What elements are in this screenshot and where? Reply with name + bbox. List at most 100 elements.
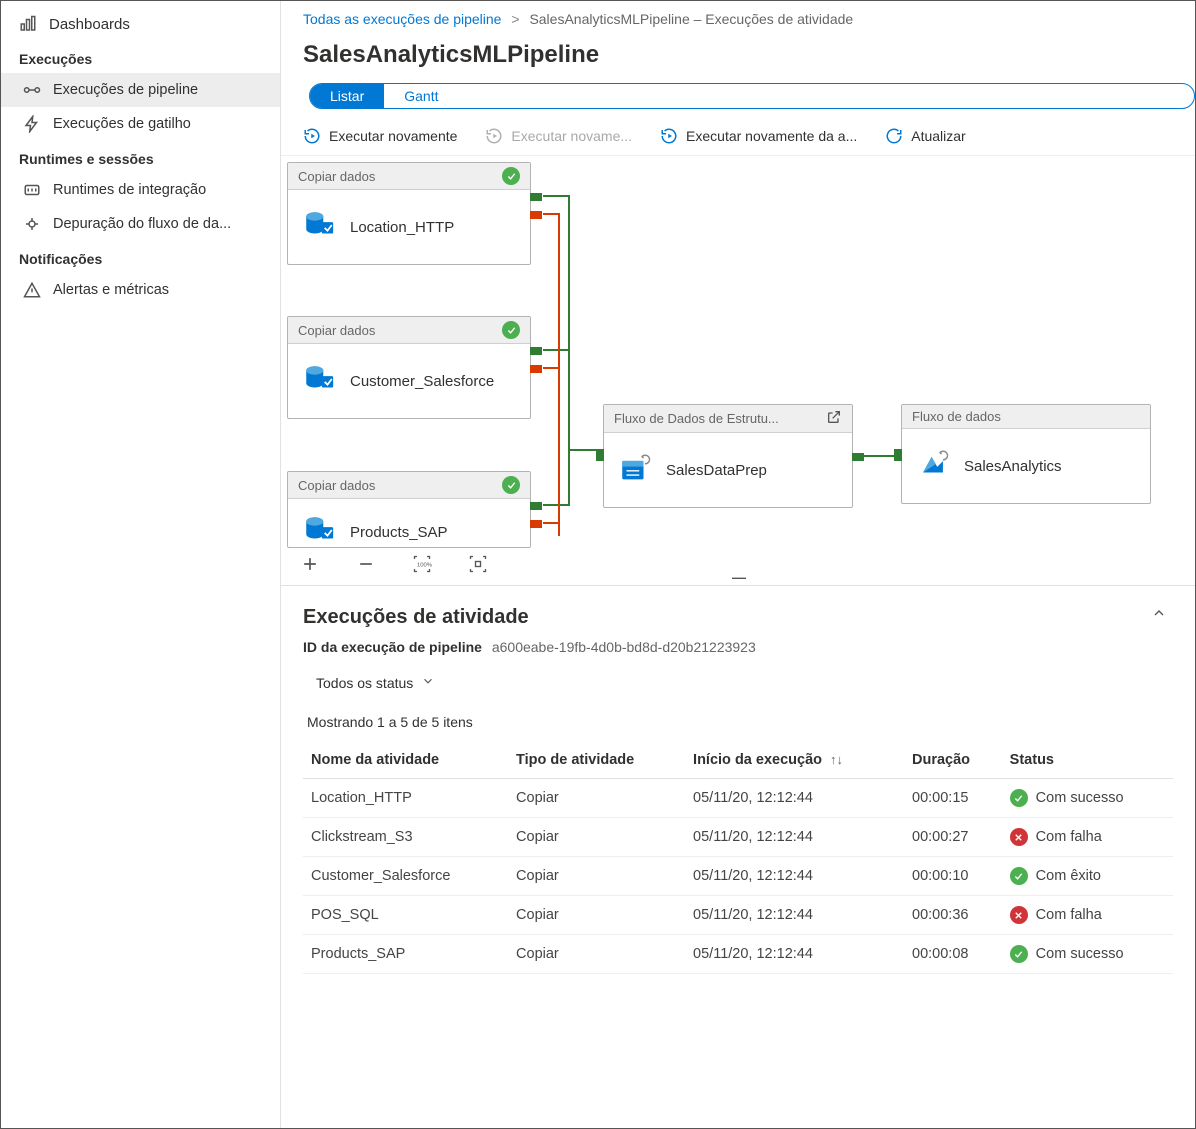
cell-activity-type: Copiar	[508, 857, 685, 896]
input-port[interactable]	[894, 449, 902, 461]
sidebar-item-dashboards[interactable]: Dashboards	[1, 7, 280, 41]
output-port-failure[interactable]	[530, 520, 542, 528]
pipeline-run-id: ID da execução de pipeline a600eabe-19fb…	[303, 639, 1173, 655]
status-success-icon	[502, 476, 520, 494]
cell-duration: 00:00:10	[904, 857, 1002, 896]
sidebar-item-label: Execuções de gatilho	[53, 116, 191, 132]
database-icon	[302, 362, 336, 400]
cell-status: Com falha	[1002, 818, 1173, 857]
node-name: Customer_Salesforce	[350, 373, 494, 390]
cell-duration: 00:00:27	[904, 818, 1002, 857]
sidebar-section-executions: Execuções	[1, 41, 280, 73]
node-name: Products_SAP	[350, 524, 448, 541]
table-row[interactable]: Products_SAPCopiar05/11/20, 12:12:4400:0…	[303, 935, 1173, 974]
graph-node-loc[interactable]: Copiar dadosLocation_HTTP	[287, 162, 531, 265]
cell-activity-name: POS_SQL	[303, 896, 508, 935]
breadcrumb-root-link[interactable]: Todas as execuções de pipeline	[303, 11, 501, 27]
zoom-fit-button[interactable]	[465, 551, 491, 577]
cell-run-start: 05/11/20, 12:12:44	[685, 896, 904, 935]
sidebar: Dashboards Execuções Execuções de pipeli…	[1, 1, 281, 1128]
graph-node-cust[interactable]: Copiar dadosCustomer_Salesforce	[287, 316, 531, 419]
sidebar-item-integration-runtimes[interactable]: Runtimes de integração	[1, 173, 280, 207]
activity-runs-title: Execuções de atividade	[303, 606, 1173, 629]
status-success-icon	[502, 167, 520, 185]
rerun-button[interactable]: Executar novamente	[303, 127, 457, 145]
sidebar-item-label: Alertas e métricas	[53, 282, 169, 298]
cell-status: Com êxito	[1002, 857, 1173, 896]
database-icon	[302, 208, 336, 246]
pipeline-canvas[interactable]: Copiar dadosLocation_HTTP Copiar dadosCus…	[281, 156, 1195, 586]
output-port-success[interactable]	[530, 347, 542, 355]
output-port-failure[interactable]	[530, 365, 542, 373]
col-activity-name[interactable]: Nome da atividade	[303, 742, 508, 779]
alert-icon	[23, 281, 41, 299]
sidebar-item-label: Execuções de pipeline	[53, 82, 198, 98]
sidebar-item-trigger-runs[interactable]: Execuções de gatilho	[1, 107, 280, 141]
chevron-down-icon	[421, 674, 435, 691]
sidebar-item-pipeline-runs[interactable]: Execuções de pipeline	[1, 73, 280, 107]
sidebar-item-dataflow-debug[interactable]: Depuração do fluxo de da...	[1, 207, 280, 241]
main: Todas as execuções de pipeline > SalesAn…	[281, 1, 1195, 1128]
debug-icon	[23, 215, 41, 233]
sidebar-item-label: Depuração do fluxo de da...	[53, 216, 231, 232]
graph-node-prep[interactable]: Fluxo de Dados de Estrutu...SalesDataPre…	[603, 404, 853, 508]
output-port-failure[interactable]	[530, 211, 542, 219]
sidebar-item-alerts[interactable]: Alertas e métricas	[1, 273, 280, 307]
zoom-100-button[interactable]: 100%	[409, 551, 435, 577]
open-external-icon[interactable]	[826, 409, 842, 428]
activity-runs-table: Nome da atividade Tipo de atividade Iníc…	[303, 742, 1173, 974]
output-port-success[interactable]	[530, 502, 542, 510]
view-toggle-gantt[interactable]: Gantt	[384, 84, 458, 108]
svg-text:100%: 100%	[417, 563, 432, 569]
runtime-icon	[23, 181, 41, 199]
table-row[interactable]: Customer_SalesforceCopiar05/11/20, 12:12…	[303, 857, 1173, 896]
graph-node-prod[interactable]: Copiar dadosProducts_SAP	[287, 471, 531, 548]
cell-status: Com falha	[1002, 896, 1173, 935]
breadcrumb: Todas as execuções de pipeline > SalesAn…	[281, 1, 1195, 33]
refresh-icon	[885, 127, 903, 145]
dataflow-icon	[916, 447, 950, 485]
col-activity-type[interactable]: Tipo de atividade	[508, 742, 685, 779]
zoom-in-button[interactable]	[297, 551, 323, 577]
rerun-from-activity-button[interactable]: Executar novamente da a...	[660, 127, 857, 145]
cell-run-start: 05/11/20, 12:12:44	[685, 779, 904, 818]
cell-run-start: 05/11/20, 12:12:44	[685, 935, 904, 974]
status-error-icon	[1010, 906, 1028, 924]
breadcrumb-separator-icon: >	[511, 11, 519, 27]
rerun-icon	[303, 127, 321, 145]
zoom-out-button[interactable]	[353, 551, 379, 577]
node-type-label: Fluxo de dados	[912, 409, 1001, 424]
sidebar-item-label: Dashboards	[49, 16, 130, 33]
col-run-start[interactable]: Início da execução ↑↓	[685, 742, 904, 779]
cell-activity-name: Customer_Salesforce	[303, 857, 508, 896]
output-port-success[interactable]	[852, 453, 864, 461]
results-count: Mostrando 1 a 5 de 5 itens	[303, 708, 1173, 742]
trigger-icon	[23, 115, 41, 133]
refresh-button[interactable]: Atualizar	[885, 127, 965, 145]
database-icon	[302, 513, 336, 547]
cell-run-start: 05/11/20, 12:12:44	[685, 857, 904, 896]
rerun-activity-label: Executar novamente da a...	[686, 128, 857, 144]
toolbar: Executar novamente Executar novame... Ex…	[281, 123, 1195, 156]
output-port-success[interactable]	[530, 193, 542, 201]
panel-resize-handle[interactable]: —	[732, 569, 744, 585]
input-port[interactable]	[596, 449, 604, 461]
view-toggle-list[interactable]: Listar	[310, 84, 384, 108]
col-duration[interactable]: Duração	[904, 742, 1002, 779]
node-name: Location_HTTP	[350, 219, 454, 236]
table-row[interactable]: Location_HTTPCopiar05/11/20, 12:12:4400:…	[303, 779, 1173, 818]
status-filter-dropdown[interactable]: Todos os status	[303, 667, 448, 698]
cell-duration: 00:00:15	[904, 779, 1002, 818]
collapse-panel-button[interactable]	[1151, 605, 1167, 624]
cell-activity-type: Copiar	[508, 935, 685, 974]
col-status[interactable]: Status	[1002, 742, 1173, 779]
sidebar-section-runtimes: Runtimes e sessões	[1, 141, 280, 173]
graph-node-ana[interactable]: Fluxo de dadosSalesAnalytics	[901, 404, 1151, 504]
rerun-from-label: Executar novame...	[511, 128, 632, 144]
status-filter-label: Todos os status	[316, 675, 413, 691]
cell-status: Com sucesso	[1002, 935, 1173, 974]
cell-activity-name: Location_HTTP	[303, 779, 508, 818]
sort-icon: ↑↓	[830, 752, 843, 767]
table-row[interactable]: Clickstream_S3Copiar05/11/20, 12:12:4400…	[303, 818, 1173, 857]
table-row[interactable]: POS_SQLCopiar05/11/20, 12:12:4400:00:36C…	[303, 896, 1173, 935]
